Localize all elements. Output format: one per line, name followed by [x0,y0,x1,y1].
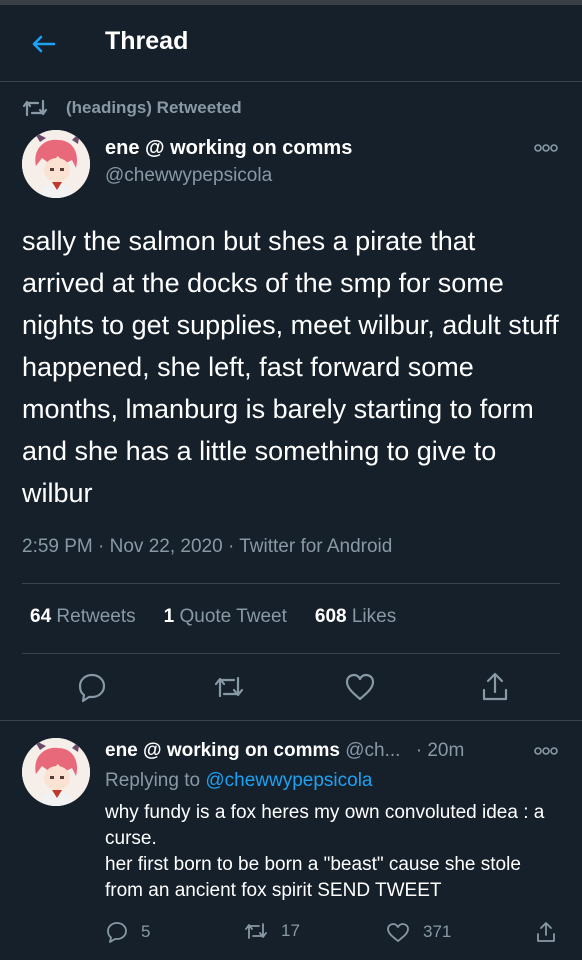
replying-to-label: Replying to [105,770,201,791]
reply-button[interactable]: 5 [105,920,150,944]
divider [0,720,582,721]
reply-icon[interactable] [75,670,109,704]
top-bar: Thread [0,5,582,82]
reply-time: · 20m [415,740,465,761]
reply-count: 5 [141,922,151,941]
divider [22,583,560,584]
more-options-icon[interactable] [534,746,558,756]
tweet-stats: 64 Retweets 1 Quote Tweet 608 Likes [30,606,424,628]
avatar[interactable] [22,130,90,198]
share-icon [537,922,555,942]
reply-author-handle[interactable]: @ch... [345,740,400,761]
retweet-icon [245,923,267,939]
tweet-text: sally the salmon but shes a pirate that … [22,226,559,508]
reply-text: why fundy is a fox heres my own convolut… [105,802,545,901]
replying-to-link[interactable]: @chewwypepsicola [205,770,372,791]
avatar-image [22,130,90,198]
retweet-icon[interactable] [212,670,246,704]
divider [22,653,560,654]
tweet-actions [0,670,582,710]
like-button[interactable]: 371 [385,920,451,944]
quote-tweets-stat[interactable]: 1 Quote Tweet [164,606,287,628]
reply-actions: 5 17 371 [0,920,582,950]
tweet-author-name[interactable]: ene @ working on comms [105,137,352,160]
reply-author-name[interactable]: ene @ working on comms [105,740,340,761]
like-icon[interactable] [343,670,377,704]
retweet-count: 17 [281,921,300,940]
retweet-button[interactable]: 17 [243,920,300,942]
like-count: 371 [423,922,452,941]
reply-avatar[interactable] [22,738,90,806]
share-icon[interactable] [478,670,512,704]
retweets-stat[interactable]: 64 Retweets [30,606,136,628]
avatar-image [22,738,90,806]
like-icon [387,923,409,942]
reply-icon [107,922,127,943]
more-options-icon[interactable] [534,143,558,153]
reply-header[interactable]: ene @ working on comms @ch... · 20m [105,740,464,762]
page-title: Thread [105,27,189,55]
likes-stat[interactable]: 608 Likes [315,606,396,628]
retweeted-by-label: (headings) Retweeted [66,98,242,117]
retweeted-banner[interactable]: (headings) Retweeted [22,96,242,120]
back-arrow-icon[interactable] [28,29,58,59]
replying-to: Replying to @chewwypepsicola [105,770,372,792]
tweet-timestamp: 2:59 PM · Nov 22, 2020 · Twitter for And… [22,536,393,557]
retweet-icon [22,99,48,117]
tweet-author-handle[interactable]: @chewwypepsicola [105,165,272,187]
share-button[interactable] [534,920,570,944]
